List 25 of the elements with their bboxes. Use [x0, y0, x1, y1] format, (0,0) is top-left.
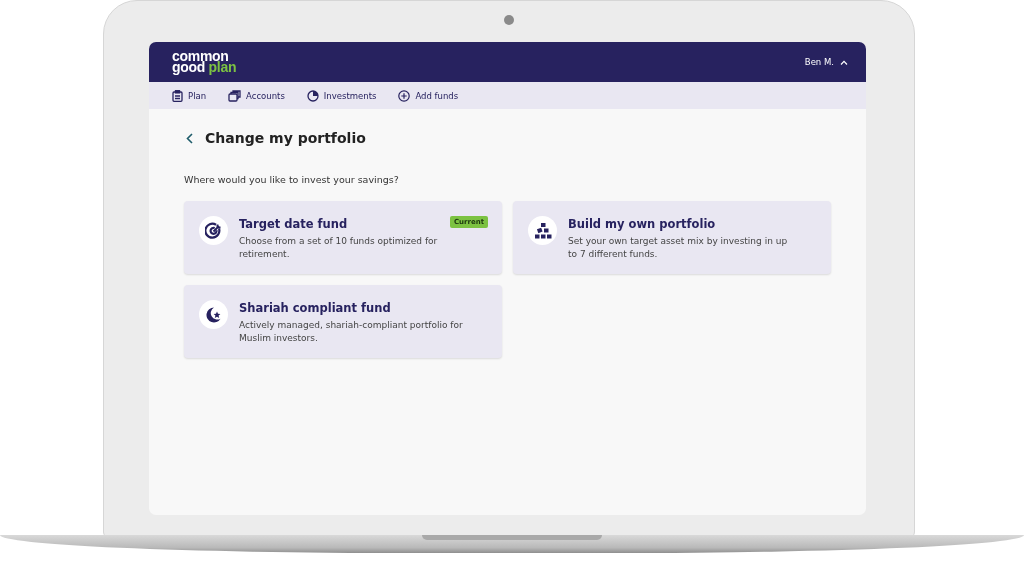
option-title: Build my own portfolio: [568, 217, 717, 231]
back-icon: [186, 132, 193, 144]
logo: common good plan: [172, 51, 237, 73]
option-description: Actively managed, shariah-compliant portfolio for Muslim investors.: [239, 319, 464, 345]
pie-chart-icon: [306, 89, 319, 102]
option-title: Shariah compliant fund: [239, 301, 392, 315]
question-text: Where would you like to invest your savings?: [184, 174, 400, 185]
coins-icon: [228, 89, 242, 102]
target-icon: [204, 221, 223, 240]
back-button[interactable]: [184, 132, 195, 144]
add-icon: [398, 89, 411, 102]
user-menu[interactable]: Ben M.: [804, 57, 848, 67]
blocks-icon: [532, 221, 553, 240]
nav-item[interactable]: Accounts: [228, 89, 285, 102]
page-title: Change my portfolio: [205, 130, 366, 146]
option-description: Choose from a set of 10 funds optimized for retirement.: [239, 235, 439, 261]
nav-item[interactable]: Plan: [172, 89, 207, 102]
option-description: Set your own target asset mix by investing in up to 7 different funds.: [568, 235, 789, 261]
clipboard-icon: [172, 89, 183, 102]
chevron-up-icon: [840, 59, 848, 65]
option-card[interactable]: Shariah compliant fund Actively managed, shariah-compliant portfolio for Muslim investors.: [184, 285, 502, 358]
nav-item[interactable]: Investments: [306, 89, 377, 102]
option-card[interactable]: Build my own portfolio Set your own target asset mix by investing in up to 7 different funds.: [513, 201, 831, 274]
camera-dot: [504, 15, 514, 25]
nav-item[interactable]: Add funds: [398, 89, 459, 102]
